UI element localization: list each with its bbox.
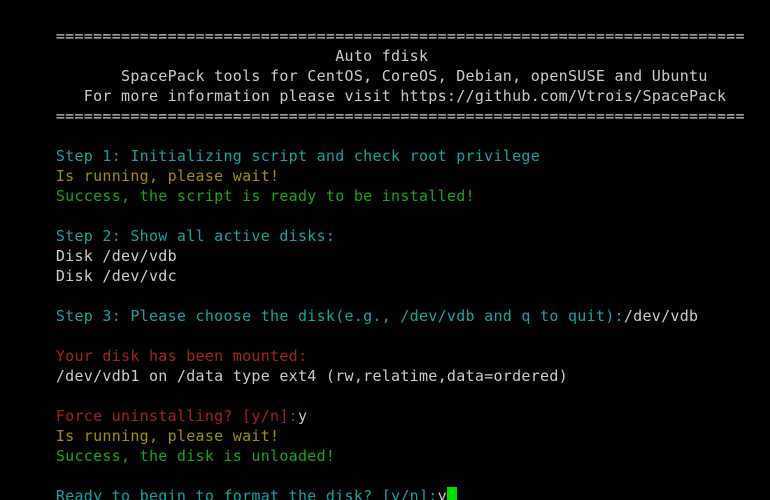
unload-success-text: Success, the disk is unloaded! — [55, 447, 336, 465]
mount-details-text: /dev/vdb1 on /data type ext4 (rw,relatim… — [55, 367, 568, 385]
step2-line: Step 2: Show all active disks: — [0, 206, 770, 245]
force-uninstall-line[interactable]: Force uninstalling? [y/n]:y — [0, 386, 770, 425]
step1-success-text: Success, the script is ready to be insta… — [55, 187, 475, 205]
step1-text: Step 1: Initializing script and check ro… — [55, 147, 541, 165]
mounted-warning-text: Your disk has been mounted: — [55, 347, 308, 365]
format-user-input[interactable]: y — [438, 487, 447, 500]
format-prompt-text: Ready to begin to format the disk? [y/n]… — [55, 487, 438, 500]
separator-text: ========================================… — [55, 27, 745, 45]
terminal-window[interactable]: ========================================… — [0, 0, 770, 500]
banner-title: Auto fdisk — [55, 47, 429, 65]
banner-subtitle: SpacePack tools for CentOS, CoreOS, Debi… — [55, 67, 708, 85]
step3-user-input[interactable]: /dev/vdb — [624, 307, 699, 325]
banner-info: For more information please visit https:… — [55, 87, 727, 105]
terminal-screen: ========================================… — [0, 6, 770, 500]
force-uninstall-user-input[interactable]: y — [298, 407, 307, 425]
format-prompt-line[interactable]: Ready to begin to format the disk? [y/n]… — [0, 466, 770, 500]
step2-text: Step 2: Show all active disks: — [55, 227, 336, 245]
step3-prompt-text: Step 3: Please choose the disk(e.g., /de… — [55, 307, 624, 325]
step3-line[interactable]: Step 3: Please choose the disk(e.g., /de… — [0, 286, 770, 325]
step1-running-text: Is running, please wait! — [55, 167, 280, 185]
unload-running-text: Is running, please wait! — [55, 427, 280, 445]
disk-2-text: Disk /dev/vdc — [55, 267, 177, 285]
separator-text-2: ========================================… — [55, 107, 745, 125]
text-cursor — [446, 487, 457, 500]
force-uninstall-prompt-text: Force uninstalling? [y/n]: — [55, 407, 298, 425]
disk-1-text: Disk /dev/vdb — [55, 247, 177, 265]
mounted-warning-line: Your disk has been mounted: — [0, 326, 770, 365]
separator-top: ========================================… — [0, 6, 770, 45]
step1-line: Step 1: Initializing script and check ro… — [0, 126, 770, 165]
